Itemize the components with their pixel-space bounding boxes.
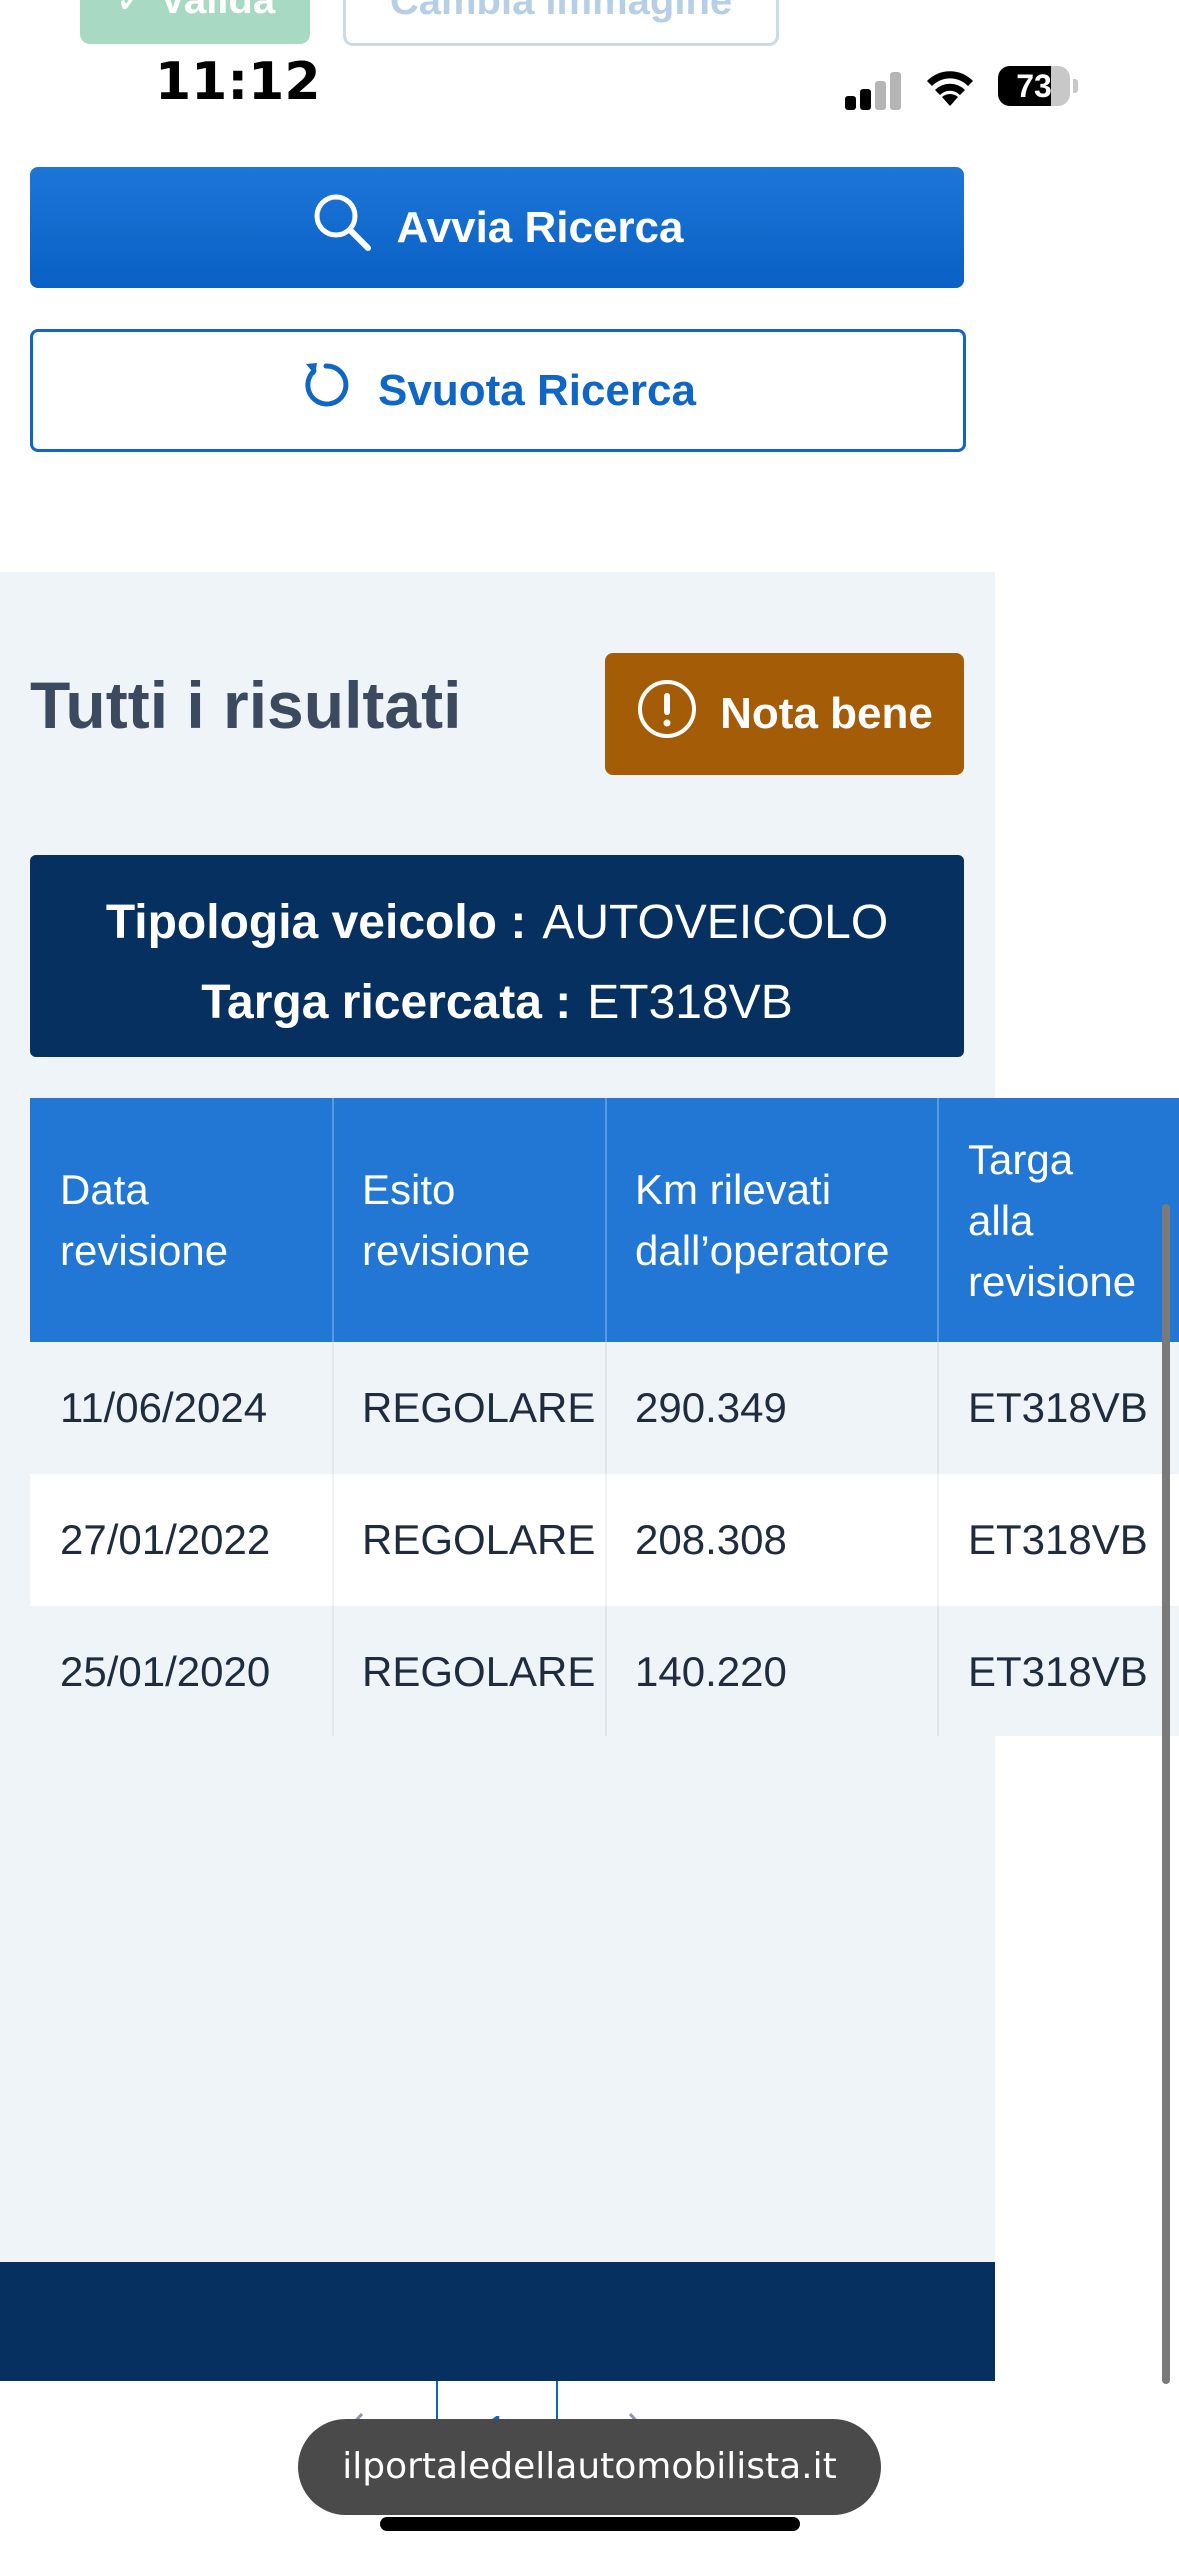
- header-targa-revisione: Targa alla revisione: [968, 1135, 1137, 1305]
- valida-button[interactable]: ✓ Valida: [80, 0, 310, 44]
- cell-km: 290.349: [635, 1384, 787, 1431]
- vehicle-type-label: Tipologia veicolo :: [105, 896, 527, 949]
- cell-outcome: REGOLARE: [362, 1516, 596, 1563]
- cell-outcome: REGOLARE: [362, 1648, 596, 1695]
- svuota-ricerca-button[interactable]: Svuota Ricerca: [30, 329, 966, 452]
- cell-date: 27/01/2022: [60, 1516, 271, 1563]
- cell-plate: ET318VB: [968, 1384, 1148, 1431]
- header-data-revisione: Data revisione: [60, 1166, 229, 1274]
- cell-outcome: REGOLARE: [362, 1384, 596, 1431]
- table-header: Data revisione Esito revisione Km rilevati…: [30, 1098, 1179, 1342]
- header-km-rilevati: Km rilevati dall’operatore: [635, 1166, 890, 1274]
- nota-bene-button[interactable]: Nota bene: [605, 653, 964, 775]
- search-icon: [310, 190, 374, 265]
- nota-bene-label: Nota bene: [720, 689, 933, 738]
- top-partial-buttons: ✓ Valida Cambia immagine: [0, 0, 1179, 46]
- wifi-icon: [927, 71, 973, 106]
- avvia-ricerca-label: Avvia Ricerca: [396, 202, 684, 252]
- table-row: 25/01/2020 REGOLARE 140.220 ET318VB: [30, 1606, 1179, 1736]
- cellular-signal-icon: [845, 70, 905, 110]
- cell-date: 11/06/2024: [60, 1384, 268, 1431]
- header-esito-revisione: Esito revisione: [362, 1166, 531, 1274]
- footer-band: [0, 2262, 995, 2381]
- browser-url-bar[interactable]: ilportaledellautomobilista.it: [298, 2419, 881, 2515]
- status-bar: 11:12 73: [0, 40, 1179, 130]
- vehicle-type-line: Tipologia veicolo : AUTOVEICOLO: [30, 895, 964, 950]
- cell-km: 140.220: [635, 1648, 787, 1695]
- status-time: 11:12: [155, 52, 321, 112]
- plate-value: ET318VB: [587, 976, 793, 1029]
- cell-plate: ET318VB: [968, 1648, 1148, 1695]
- cell-date: 25/01/2020: [60, 1648, 271, 1695]
- battery-percent: 73: [1016, 68, 1052, 104]
- table-row: 27/01/2022 REGOLARE 208.308 ET318VB: [30, 1474, 1179, 1606]
- refresh-icon: [300, 359, 352, 422]
- cell-plate: ET318VB: [968, 1516, 1148, 1563]
- results-title: Tutti i risultati: [30, 668, 462, 742]
- signal-bar: [845, 96, 856, 110]
- svuota-ricerca-label: Svuota Ricerca: [378, 365, 696, 415]
- signal-bar: [860, 89, 871, 110]
- vehicle-type-value: AUTOVEICOLO: [542, 896, 889, 949]
- plate-label: Targa ricercata :: [201, 976, 572, 1029]
- revisions-table: Data revisione Esito revisione Km rilevati…: [30, 1098, 1179, 1736]
- home-indicator[interactable]: [380, 2517, 800, 2531]
- battery-icon: 73: [998, 66, 1078, 106]
- scrollbar[interactable]: [1162, 1204, 1170, 2384]
- plate-line: Targa ricercata : ET318VB: [30, 975, 964, 1030]
- cell-km: 208.308: [635, 1516, 787, 1563]
- exclamation-circle-icon: [636, 678, 698, 751]
- signal-bar: [890, 72, 901, 110]
- vehicle-info-box: Tipologia veicolo : AUTOVEICOLO Targa ric…: [30, 855, 964, 1057]
- table-row: 11/06/2024 REGOLARE 290.349 ET318VB: [30, 1342, 1179, 1474]
- signal-bar: [875, 81, 886, 110]
- avvia-ricerca-button[interactable]: Avvia Ricerca: [30, 167, 964, 288]
